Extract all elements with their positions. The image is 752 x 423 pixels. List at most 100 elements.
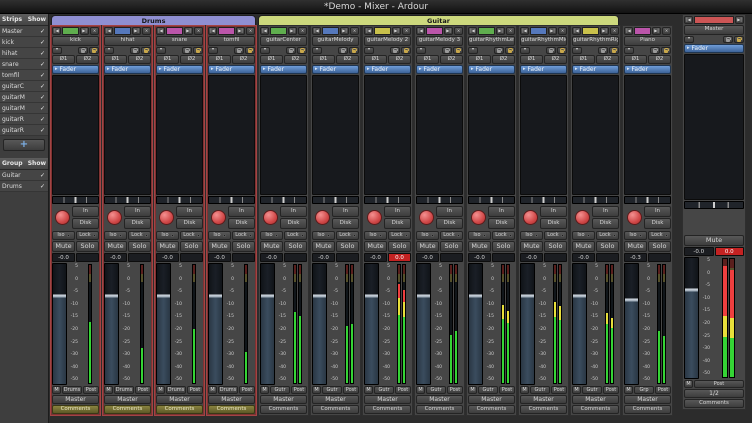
strip-color-bar[interactable] xyxy=(582,27,599,35)
processor-box[interactable] xyxy=(416,75,463,195)
lock-icon[interactable] xyxy=(234,47,244,54)
processor-box[interactable] xyxy=(684,54,744,200)
metering-point-button[interactable]: Post xyxy=(135,386,151,394)
fader-processor-button[interactable]: ▸ Fader xyxy=(104,65,151,74)
solo-button[interactable]: Solo xyxy=(388,241,411,252)
show-checkbox[interactable]: ✓ xyxy=(40,94,45,101)
peak-display[interactable] xyxy=(128,253,151,262)
scroll-right-button[interactable]: ▶| xyxy=(735,16,744,24)
lock-icon[interactable] xyxy=(557,47,567,54)
processor-box[interactable] xyxy=(364,75,411,195)
monitor-input-button[interactable]: In xyxy=(644,206,671,217)
solo-lock-button[interactable]: Lock xyxy=(596,231,619,240)
fader-processor-button[interactable]: ▸ Fader xyxy=(520,65,567,74)
solo-iso-button[interactable]: Iso xyxy=(156,231,179,240)
group-tab[interactable]: Drums xyxy=(51,15,256,25)
comments-button[interactable]: Comments xyxy=(104,405,151,414)
solo-lock-button[interactable]: Lock xyxy=(284,231,307,240)
lock-icon[interactable] xyxy=(193,47,203,54)
strip-color-bar[interactable] xyxy=(322,27,339,35)
record-arm-button[interactable] xyxy=(419,210,434,225)
mute-button[interactable]: Mute xyxy=(684,235,744,246)
output-button[interactable]: Master xyxy=(624,395,671,404)
fader-handle[interactable] xyxy=(469,295,482,298)
gain-fader[interactable] xyxy=(364,263,379,385)
show-checkbox[interactable]: ✓ xyxy=(40,127,45,134)
gain-fader[interactable] xyxy=(520,263,535,385)
show-checkbox[interactable]: ✓ xyxy=(40,116,45,123)
solo-iso-button[interactable]: Iso xyxy=(624,231,647,240)
gain-fader[interactable] xyxy=(468,263,483,385)
processor-box[interactable] xyxy=(520,75,567,195)
metering-m-button[interactable]: M xyxy=(364,386,373,394)
monitor-input-button[interactable]: In xyxy=(592,206,619,217)
metering-m-button[interactable]: M xyxy=(104,386,113,394)
lock-icon[interactable] xyxy=(609,47,619,54)
phase-2-button[interactable]: Ø2 xyxy=(232,55,255,64)
peak-display[interactable] xyxy=(336,253,359,262)
scroll-right-button[interactable]: ▶| xyxy=(184,27,193,35)
strip-name-button[interactable]: guitarRhythmLeft xyxy=(468,36,515,46)
pan-control[interactable] xyxy=(416,196,463,204)
monitor-input-button[interactable]: In xyxy=(124,206,151,217)
sidebar-strip-row[interactable]: hihat✓ xyxy=(0,48,48,59)
chevron-down-icon[interactable]: ▾ xyxy=(684,36,694,43)
show-checkbox[interactable]: ✓ xyxy=(40,183,45,190)
fader-processor-button[interactable]: ▸ Fader xyxy=(312,65,359,74)
monitor-disk-button[interactable]: Disk xyxy=(176,218,203,229)
group-button[interactable]: Gutr xyxy=(426,386,446,394)
close-icon[interactable]: × xyxy=(454,27,463,35)
output-button[interactable]: Master xyxy=(52,395,99,404)
solo-lock-button[interactable]: Lock xyxy=(128,231,151,240)
lock-icon[interactable] xyxy=(130,47,140,54)
solo-iso-button[interactable]: Iso xyxy=(104,231,127,240)
chevron-down-icon[interactable]: ▾ xyxy=(468,47,478,54)
metering-m-button[interactable]: M xyxy=(572,386,581,394)
pan-control[interactable] xyxy=(572,196,619,204)
metering-point-button[interactable]: Post xyxy=(447,386,463,394)
metering-point-button[interactable]: Post xyxy=(83,386,99,394)
chevron-down-icon[interactable]: ▾ xyxy=(156,47,166,54)
scroll-right-button[interactable]: ▶| xyxy=(80,27,89,35)
strip-color-bar[interactable] xyxy=(478,27,495,35)
processor-box[interactable] xyxy=(468,75,515,195)
processor-box[interactable] xyxy=(572,75,619,195)
phase-1-button[interactable]: Ø1 xyxy=(572,55,595,64)
fader-processor-button[interactable]: ▸ Fader xyxy=(52,65,99,74)
lock-icon[interactable] xyxy=(734,36,744,43)
phase-1-button[interactable]: Ø1 xyxy=(208,55,231,64)
sidebar-group-row[interactable]: Guitar✓ xyxy=(0,170,48,181)
mute-button[interactable]: Mute xyxy=(156,241,179,252)
lock-icon[interactable] xyxy=(78,47,88,54)
metering-m-button[interactable]: M xyxy=(156,386,165,394)
phase-2-button[interactable]: Ø2 xyxy=(336,55,359,64)
lock-icon[interactable] xyxy=(401,47,411,54)
solo-lock-button[interactable]: Lock xyxy=(492,231,515,240)
comments-button[interactable]: Comments xyxy=(684,399,744,408)
sidebar-strip-row[interactable]: guitarC✓ xyxy=(0,81,48,92)
gain-fader[interactable] xyxy=(104,263,119,385)
solo-button[interactable]: Solo xyxy=(232,241,255,252)
metering-m-button[interactable]: M xyxy=(684,380,693,388)
solo-iso-button[interactable]: Iso xyxy=(260,231,283,240)
monitor-input-button[interactable]: In xyxy=(540,206,567,217)
gain-fader[interactable] xyxy=(684,257,699,379)
solo-iso-button[interactable]: Iso xyxy=(520,231,543,240)
monitor-disk-button[interactable]: Disk xyxy=(124,218,151,229)
chevron-down-icon[interactable]: ▾ xyxy=(104,47,114,54)
show-checkbox[interactable]: ✓ xyxy=(40,172,45,179)
record-arm-button[interactable] xyxy=(367,210,382,225)
close-icon[interactable]: × xyxy=(142,27,151,35)
sidebar-group-row[interactable]: Drums✓ xyxy=(0,181,48,192)
gain-display[interactable]: -0.0 xyxy=(684,247,714,256)
fader-processor-button[interactable]: ▸ Fader xyxy=(684,44,744,53)
mute-button[interactable]: Mute xyxy=(520,241,543,252)
close-icon[interactable]: × xyxy=(298,27,307,35)
solo-lock-button[interactable]: Lock xyxy=(232,231,255,240)
strip-name-button[interactable]: guitarMelody 3 xyxy=(416,36,463,46)
mute-button[interactable]: Mute xyxy=(260,241,283,252)
phase-1-button[interactable]: Ø1 xyxy=(104,55,127,64)
scroll-right-button[interactable]: ▶| xyxy=(288,27,297,35)
close-icon[interactable]: × xyxy=(350,27,359,35)
phase-1-button[interactable]: Ø1 xyxy=(624,55,647,64)
